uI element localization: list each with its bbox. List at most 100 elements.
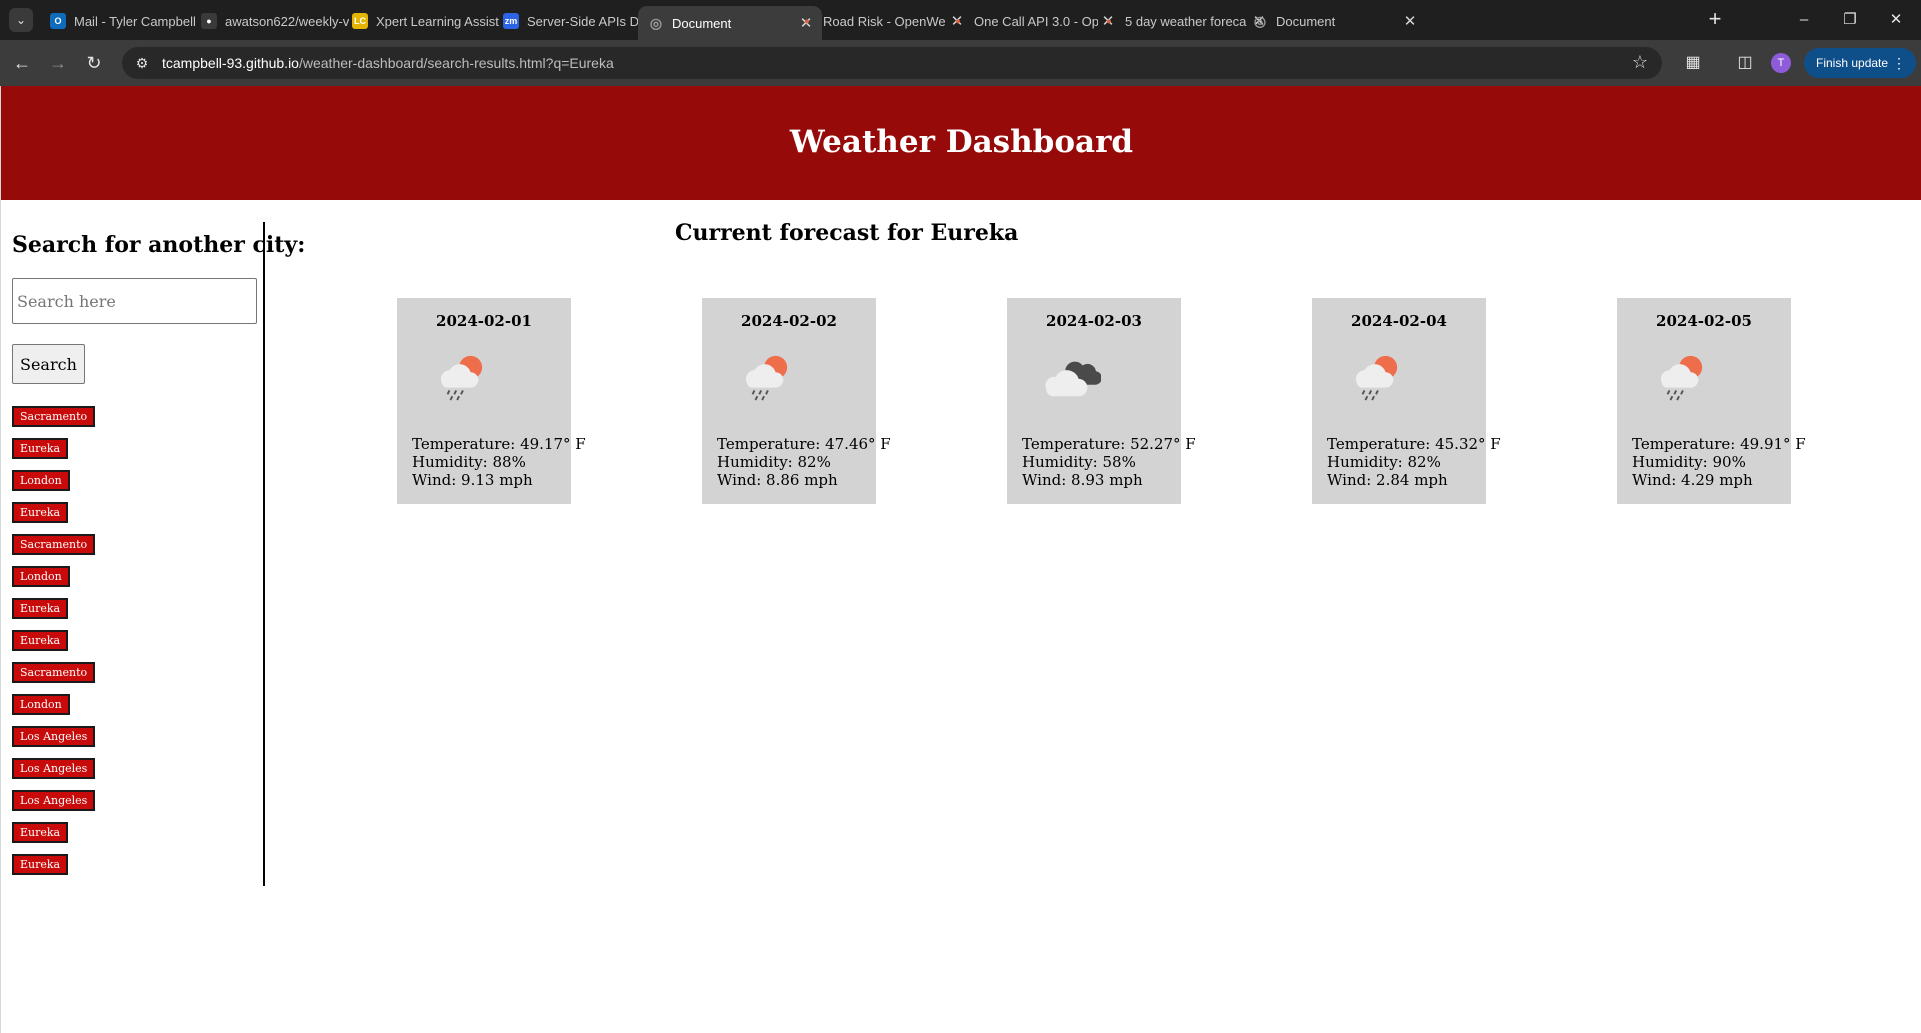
reload-icon[interactable]: ↻ <box>80 50 108 76</box>
history-city-button[interactable]: Eureka <box>12 438 69 459</box>
tab-title: One Call API 3.0 - Op <box>974 13 1098 29</box>
restore-icon[interactable]: ❐ <box>1827 6 1873 34</box>
outlook-icon: O <box>50 13 66 29</box>
history-city-button[interactable]: Eureka <box>12 822 69 843</box>
history-city-button[interactable]: Los Angeles <box>12 758 96 779</box>
finish-update-label: Finish update <box>1816 56 1889 70</box>
openweather-icon: ● <box>955 16 961 26</box>
forecast-humidity: Humidity: 88% <box>412 453 526 471</box>
forecast-humidity: Humidity: 82% <box>717 453 831 471</box>
forecast-temperature: Temperature: 47.46° F <box>717 435 891 453</box>
forecast-stats: Temperature: 45.32° F Humidity: 82% Wind: … <box>1327 435 1501 489</box>
bookmark-star-icon[interactable]: ☆ <box>1632 52 1648 73</box>
city-search-input[interactable] <box>12 278 257 324</box>
web-page: Weather Dashboard Search for another cit… <box>0 86 1921 1033</box>
tab-close-icon[interactable]: ✕ <box>1400 12 1420 30</box>
forecast-wind: Wind: 2.84 mph <box>1327 471 1448 489</box>
tab-title: Document <box>1276 13 1336 29</box>
tab-title: Document <box>672 15 732 31</box>
browser-tab[interactable]: ◎ Document ✕ <box>1242 6 1426 36</box>
xpert-icon: LC <box>352 13 368 29</box>
rain-sun-cloud-icon <box>745 355 788 401</box>
forecast-temperature: Temperature: 45.32° F <box>1327 435 1501 453</box>
forecast-temperature: Temperature: 52.27° F <box>1022 435 1196 453</box>
sidebar-heading: Search for another city: <box>12 232 306 258</box>
window-close-icon[interactable]: ✕ <box>1873 6 1919 34</box>
openweather-icon: ● <box>1106 16 1112 26</box>
search-history-list: Sacramento Eureka London Eureka Sacramento Lo… <box>12 406 96 886</box>
history-city-button[interactable]: Los Angeles <box>12 790 96 811</box>
forecast-date: 2024-02-01 <box>436 312 532 330</box>
globe-icon: ◎ <box>1253 13 1267 29</box>
broken-clouds-icon <box>1045 361 1101 397</box>
side-panel-icon[interactable]: ◫ <box>1732 50 1758 76</box>
kebab-menu-icon[interactable]: ⋮ <box>1892 48 1906 78</box>
url-path: /weather-dashboard/search-results.html?q… <box>298 55 614 71</box>
history-city-button[interactable]: Los Angeles <box>12 726 96 747</box>
globe-icon: ◎ <box>649 15 663 31</box>
forecast-stats: Temperature: 52.27° F Humidity: 58% Wind: … <box>1022 435 1196 489</box>
back-arrow-icon[interactable]: ← <box>8 50 36 76</box>
history-city-button[interactable]: Sacramento <box>12 406 96 427</box>
forecast-stats: Temperature: 49.91° F Humidity: 90% Wind: … <box>1632 435 1806 489</box>
forecast-date: 2024-02-04 <box>1351 312 1447 330</box>
forward-arrow-icon[interactable]: → <box>44 50 72 76</box>
history-city-button[interactable]: Eureka <box>12 630 69 651</box>
forecast-humidity: Humidity: 82% <box>1327 453 1441 471</box>
forecast-stats: Temperature: 47.46° F Humidity: 82% Wind: … <box>717 435 891 489</box>
rain-sun-cloud-icon <box>1660 355 1703 401</box>
rain-sun-cloud-icon <box>440 355 483 401</box>
history-city-button[interactable]: London <box>12 470 70 491</box>
forecast-temperature: Temperature: 49.17° F <box>412 435 586 453</box>
zoom-icon: zm <box>503 13 519 29</box>
tab-search-chevron-icon[interactable]: ⌄ <box>9 8 33 32</box>
github-icon: ● <box>201 13 217 29</box>
history-city-button[interactable]: Eureka <box>12 502 69 523</box>
site-info-icon[interactable]: ⚙ <box>132 55 152 72</box>
tab-title: Xpert Learning Assist <box>376 13 499 29</box>
forecast-humidity: Humidity: 58% <box>1022 453 1136 471</box>
forecast-date: 2024-02-03 <box>1046 312 1142 330</box>
minimize-icon[interactable]: – <box>1781 6 1827 34</box>
forecast-date: 2024-02-02 <box>741 312 837 330</box>
history-city-button[interactable]: London <box>12 694 70 715</box>
history-city-button[interactable]: London <box>12 566 70 587</box>
forecast-card: 2024-02-05 Temperature: 49.91° F Humidity:… <box>1617 298 1806 504</box>
search-sidebar: Search for another city: Search Sacramen… <box>1 222 305 886</box>
url-host: tcampbell-93.github.io <box>162 55 299 71</box>
forecast-card: 2024-02-02 Temperature: 47.46° F Humidity:… <box>702 298 891 504</box>
forecast-temperature: Temperature: 49.91° F <box>1632 435 1806 453</box>
forecast-wind: Wind: 9.13 mph <box>412 471 533 489</box>
finish-update-button[interactable]: Finish update ⋮ <box>1804 48 1916 78</box>
search-button[interactable]: Search <box>12 344 85 384</box>
url-text[interactable]: tcampbell-93.github.io/weather-dashboard… <box>162 55 614 71</box>
page-header: Weather Dashboard <box>1 86 1921 200</box>
history-city-button[interactable]: Sacramento <box>12 534 96 555</box>
history-city-button[interactable]: Eureka <box>12 598 69 619</box>
history-city-button[interactable]: Eureka <box>12 854 69 875</box>
browser-toolbar: ← → ↻ ⚙ tcampbell-93.github.io/weather-d… <box>0 40 1921 86</box>
tab-title: awatson622/weekly-v <box>225 13 349 29</box>
forecast-wind: Wind: 4.29 mph <box>1632 471 1753 489</box>
history-city-button[interactable]: Sacramento <box>12 662 96 683</box>
forecast-card: 2024-02-01 Temperature: 49.17° F Humidity:… <box>397 298 586 504</box>
profile-avatar[interactable]: T <box>1771 53 1791 73</box>
new-tab-plus-icon[interactable]: + <box>1703 6 1727 32</box>
omnibox[interactable]: ⚙ tcampbell-93.github.io/weather-dashboa… <box>122 47 1662 79</box>
extensions-puzzle-icon[interactable]: ▦ <box>1680 50 1706 76</box>
browser-tab-strip: ⌄ O Mail - Tyler Campbell ✕ ● awatson622/wee… <box>0 0 1921 40</box>
tab-title: Road Risk - OpenWe <box>823 13 946 29</box>
rain-sun-cloud-icon <box>1355 355 1398 401</box>
forecast-wind: Wind: 8.93 mph <box>1022 471 1143 489</box>
forecast-heading: Current forecast for Eureka <box>675 220 1019 246</box>
forecast-wind: Wind: 8.86 mph <box>717 471 838 489</box>
tab-title: 5 day weather foreca <box>1125 13 1247 29</box>
forecast-card: 2024-02-04 Temperature: 45.32° F Humidity:… <box>1312 298 1501 504</box>
tab-title: Mail - Tyler Campbell <box>74 13 196 29</box>
forecast-humidity: Humidity: 90% <box>1632 453 1746 471</box>
openweather-icon: ● <box>804 16 810 26</box>
forecast-date: 2024-02-05 <box>1656 312 1752 330</box>
forecast-stats: Temperature: 49.17° F Humidity: 88% Wind: … <box>412 435 586 489</box>
page-title: Weather Dashboard <box>789 124 1134 160</box>
tab-title: Server-Side APIs Day <box>527 13 651 29</box>
